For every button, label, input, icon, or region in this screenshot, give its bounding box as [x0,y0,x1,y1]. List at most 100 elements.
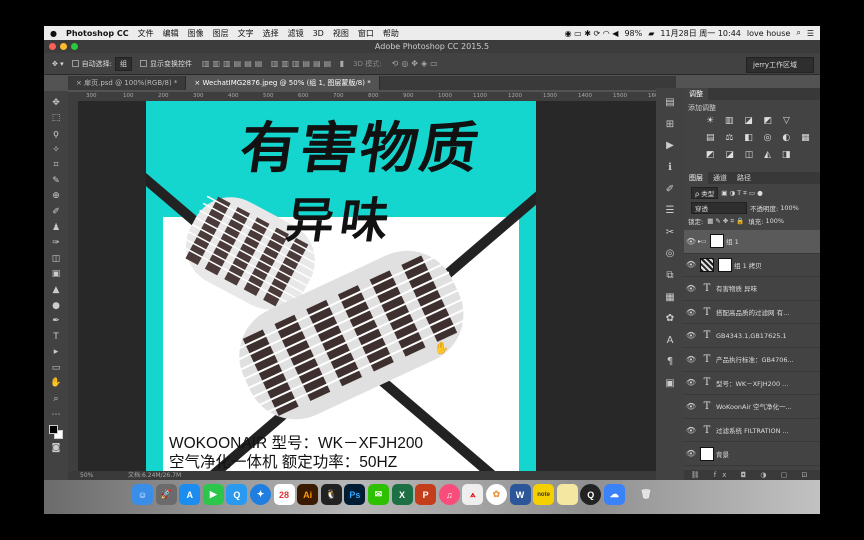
layer-row[interactable]: 👁 组 1 拷贝 [684,254,820,278]
shape-icon[interactable]: ▭ [48,360,64,376]
visibility-eye-icon[interactable]: 👁 [684,331,698,340]
illustrator-icon[interactable]: Ai [297,484,319,505]
trash-icon[interactable]: 🗑 [635,484,656,505]
visibility-eye-icon[interactable]: 👁 [684,449,698,458]
apple-menu-icon[interactable]: ● [50,29,57,38]
qq-icon[interactable]: 🐧 [320,484,342,505]
styles-icon[interactable]: ✿ [660,308,680,330]
eyedropper-icon[interactable]: ✎ [48,173,64,189]
history-brush-icon[interactable]: ✑ [48,235,64,251]
hand-icon[interactable]: ✋ [48,376,64,392]
status-icons[interactable]: ◉ ▭ ✱ ⟳ ◠ ◀ [565,29,619,38]
layer-row[interactable]: 👁 T 有害物质 异味 [684,277,820,301]
layer-kind-select[interactable]: ρ 类型 [691,187,719,199]
layer-name[interactable]: 产品执行标准：GB4706... [716,354,794,364]
notes-icon[interactable]: ▣ [660,373,680,395]
excel-icon[interactable]: X [391,484,413,505]
facetime-icon[interactable]: ▶ [202,484,224,505]
properties-icon[interactable]: ⊞ [660,114,680,136]
zoom-icon[interactable]: ⌕ [48,391,64,407]
minimize-button[interactable] [60,43,67,50]
finder-icon[interactable]: ☺ [132,484,153,505]
move-icon[interactable]: ✥ [48,95,64,111]
menu-select[interactable]: 选择 [263,28,279,39]
safari-icon[interactable]: ✦ [249,484,271,505]
layer-name[interactable]: 过滤系统 FILTRATION ... [716,425,789,435]
eraser-icon[interactable]: ◫ [48,251,64,267]
menu-layer[interactable]: 图层 [213,28,229,39]
visibility-eye-icon[interactable]: 👁 [684,237,698,246]
move-tool-icon[interactable]: ✥ ▾ [52,60,64,68]
notification-icon[interactable]: ☰ [807,29,814,38]
zoom-button[interactable] [71,43,78,50]
tab-adjustments[interactable]: 调整 [684,88,708,100]
user-name[interactable]: love house [747,29,790,38]
layer-row[interactable]: 👁 T 型号：WK－XFJH200 ... [684,372,820,396]
menu-window[interactable]: 窗口 [358,28,374,39]
quicktime-icon[interactable]: Q [580,484,602,505]
launchpad-icon[interactable]: 🚀 [155,484,177,505]
layer-row[interactable]: 👁 T 产品执行标准：GB4706... [684,348,820,372]
layer-thumbnail[interactable] [700,446,714,461]
layer-name[interactable]: GB4343.1,GB17625.1 [716,332,787,340]
auto-select-dropdown[interactable]: 组 [114,56,132,71]
layer-row[interactable]: 👁 T 搭配高品质的过滤网 有... [684,301,820,325]
tab-doc-2[interactable]: × WechatIMG2876.jpeg @ 50% (组 1, 图层蒙版/8)… [186,76,380,90]
adjustment-icons-row-3[interactable]: ◩ ◪ ◫ ◭ ◨ [706,150,794,160]
paragraph-icon[interactable]: ¶ [660,351,680,373]
healing-icon[interactable]: ⊕ [48,189,64,205]
show-transform-checkbox[interactable] [139,60,147,67]
word-icon[interactable]: W [509,484,531,505]
tab-channels[interactable]: 通道 [708,172,732,184]
stamp-icon[interactable]: ♟ [48,220,64,236]
visibility-eye-icon[interactable]: 👁 [684,308,698,317]
close-button[interactable] [49,43,56,50]
play-icon[interactable]: ▶ [660,135,680,157]
layer-row[interactable]: 👁 T GB4343.1,GB17625.1 [684,324,820,348]
layer-name[interactable]: WoKoonAir 空气净化一... [716,401,792,411]
auto-select-checkbox[interactable] [71,60,79,67]
character-icon[interactable]: A [660,330,680,352]
menu-3d[interactable]: 3D [313,29,324,38]
navigator-icon[interactable]: ◎ [660,243,680,265]
more-tools-icon[interactable]: ⋯ [48,407,64,423]
powerpoint-icon[interactable]: P [415,484,437,505]
layer-name[interactable]: 有害物质 异味 [716,283,757,293]
visibility-eye-icon[interactable]: 👁 [684,355,698,364]
history-icon[interactable]: ▤ [660,92,680,114]
layer-thumbnail[interactable] [700,257,714,272]
spotlight-icon[interactable]: ⌕ [796,28,800,38]
tab-layers[interactable]: 图层 [684,172,708,184]
canvas-area[interactable]: 有害物质 异味 WOKOONAIR 型号：WK－XFJH200 空气净化一体机 … [78,101,676,471]
tab-doc-1[interactable]: × 扉页.psd @ 100%(RGB/8) * [68,76,187,90]
menu-image[interactable]: 图像 [188,28,204,39]
document-canvas[interactable]: 有害物质 异味 WOKOONAIR 型号：WK－XFJH200 空气净化一体机 … [146,101,536,471]
fill-value[interactable]: 100% [765,217,784,225]
photos-icon[interactable]: ✿ [485,484,507,505]
baidu-netdisk-icon[interactable]: ☁ [603,484,625,505]
info-icon[interactable]: ℹ [660,157,680,179]
menu-edit[interactable]: 编辑 [163,28,179,39]
layer-name[interactable]: 组 1 拷贝 [734,260,762,270]
acrobat-icon[interactable]: ⟑ [462,484,484,505]
layer-name[interactable]: 型号：WK－XFJH200 ... [716,378,788,388]
flag-icon[interactable]: ▰ [648,29,654,38]
layer-row[interactable]: 👁 T WoKoonAir 空气净化一... [684,395,820,419]
menu-file[interactable]: 文件 [138,28,154,39]
visibility-eye-icon[interactable]: 👁 [684,426,698,435]
qq-browser-icon[interactable]: Q [226,484,248,505]
magic-wand-icon[interactable]: ✧ [48,142,64,158]
quick-mask-icon[interactable]: ◙ [48,440,64,456]
adjust-icon[interactable]: ☰ [660,200,680,222]
adjustment-icons-row-2[interactable]: ▤ ⚖ ◧ ◎ ◐ ▦ [706,133,814,143]
marquee-icon[interactable]: ⬚ [48,111,64,127]
opacity-value[interactable]: 100% [780,204,799,212]
layer-name[interactable]: 组 1 [726,236,739,246]
brush-icon[interactable]: ✐ [48,204,64,220]
dodge-icon[interactable]: ● [48,298,64,314]
blend-mode-select[interactable]: 穿透 [691,202,747,214]
layer-row[interactable]: 👁 背景 [684,442,820,466]
wechat-icon[interactable]: ✉ [367,484,389,505]
filter-icons[interactable]: ▣ ◑ T ⌗ ▭ ● [721,189,763,198]
tools-icon[interactable]: ✂ [660,222,680,244]
